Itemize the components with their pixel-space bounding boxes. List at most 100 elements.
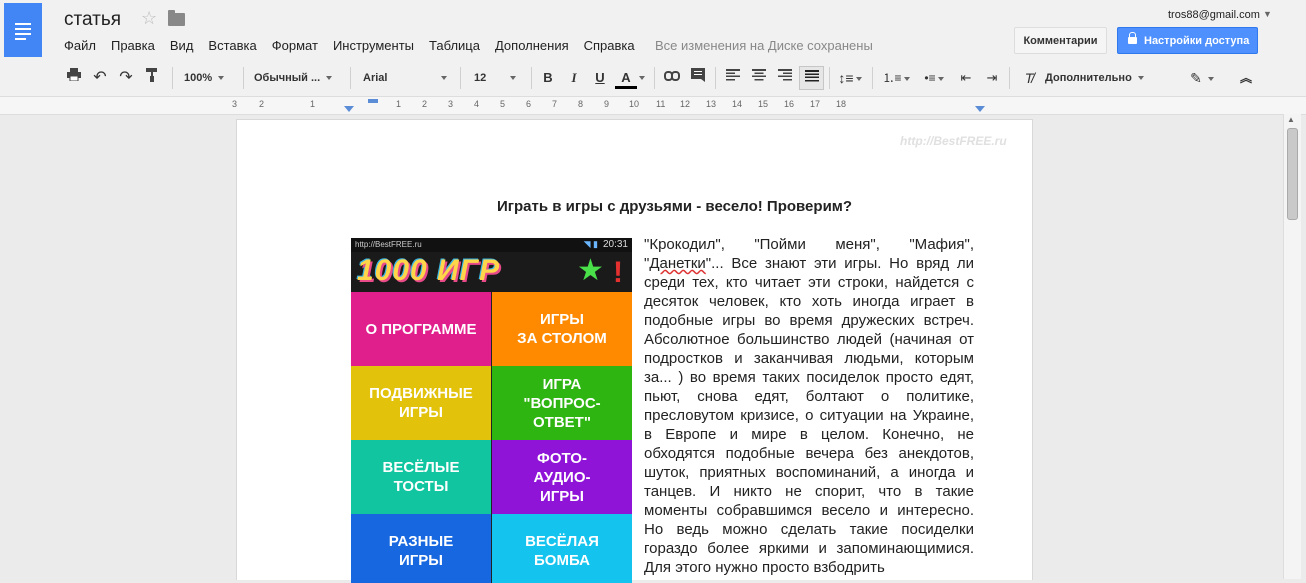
link-icon[interactable] (662, 68, 682, 88)
ruler-label: 12 (680, 99, 691, 109)
document-title[interactable]: статья (64, 9, 121, 31)
menu-help[interactable]: Справка (584, 38, 635, 53)
ruler-label: 13 (706, 99, 717, 109)
align-right-icon[interactable] (774, 68, 796, 88)
collapse-menus-icon[interactable]: ︽ (1236, 68, 1256, 88)
menu-insert[interactable]: Вставка (208, 38, 256, 53)
font-value: Arial (363, 72, 388, 84)
clear-formatting-icon[interactable]: T̸ (1018, 68, 1040, 88)
tile-active-games: ПОДВИЖНЫЕ ИГРЫ (351, 366, 491, 440)
toolbar-divider (654, 67, 655, 89)
header-bar: статья ☆ Файл Правка Вид Вставка Формат … (0, 0, 1306, 60)
comment-icon[interactable] (688, 68, 708, 88)
tile-label: ФОТО- АУДИО- ИГРЫ (533, 449, 591, 505)
star-icon[interactable]: ☆ (141, 8, 157, 29)
align-center-icon[interactable] (748, 68, 770, 88)
align-left-icon[interactable] (722, 68, 744, 88)
editing-mode-pencil-icon[interactable]: ✎ (1187, 68, 1217, 88)
signal-icons: ◥ ▮ (583, 239, 598, 249)
bulleted-list-icon[interactable]: •≡ (918, 68, 950, 88)
chevron-down-icon (937, 76, 944, 81)
zoom-select[interactable]: 100% (184, 68, 236, 88)
chevron-down-icon (1207, 77, 1214, 82)
comments-button[interactable]: Комментарии (1014, 27, 1107, 54)
toolbar-divider (243, 67, 244, 89)
toolbar-divider (350, 67, 351, 89)
text-color-button[interactable]: A (614, 68, 638, 89)
tile-fun-bomb: ВЕСЁЛАЯ БОМБА (492, 514, 632, 583)
italic-button[interactable]: I (564, 68, 584, 88)
tile-label: О ПРОГРАММЕ (365, 320, 477, 338)
toolbar-divider (872, 67, 873, 89)
scroll-up-icon[interactable]: ▲ (1287, 115, 1295, 124)
tile-label: ИГРЫ ЗА СТОЛОМ (517, 311, 607, 347)
exclamation-icon: ! (613, 256, 623, 289)
body-paragraph[interactable]: "Крокодил", "Пойми меня", "Мафия", "Дане… (644, 235, 974, 577)
tile-label: РАЗНЫЕ ИГРЫ (388, 533, 454, 569)
decrease-indent-icon[interactable]: ⇤ (955, 68, 977, 88)
paint-format-icon[interactable] (142, 68, 162, 88)
document-page[interactable]: http://BestFREE.ru Играть в игры с друзь… (236, 119, 1033, 583)
ruler-label: 9 (604, 99, 610, 109)
folder-icon[interactable] (168, 10, 185, 26)
style-select[interactable]: Обычный ... (254, 68, 340, 88)
numbered-list-icon[interactable]: ⒈≡ (880, 68, 912, 88)
align-justify-icon[interactable] (799, 66, 824, 90)
ruler[interactable]: 3 2 1 1 2 3 4 5 6 7 8 9 10 11 12 13 14 1… (0, 97, 1306, 115)
right-indent-marker[interactable] (975, 106, 985, 112)
style-value: Обычный ... (254, 72, 321, 84)
tile-toasts: ВЕСЁЛЫЕ ТОСТЫ (351, 440, 491, 514)
line-spacing-icon[interactable]: ↕≡ (835, 68, 865, 88)
menu-format[interactable]: Формат (272, 38, 318, 53)
menu-table[interactable]: Таблица (429, 38, 480, 53)
ruler-label: 15 (758, 99, 769, 109)
menu-edit[interactable]: Правка (111, 38, 155, 53)
more-button[interactable]: Дополнительно (1045, 68, 1155, 88)
toolbar-divider (531, 67, 532, 89)
app-screenshot-image[interactable]: http://BestFREE.ru ◥ ▮ 20:31 1000 ИГР ★ … (351, 238, 632, 583)
phone-status-bar: http://BestFREE.ru ◥ ▮ 20:31 (351, 238, 632, 252)
share-button-label: Настройки доступа (1144, 35, 1250, 47)
scrollbar-thumb[interactable] (1287, 128, 1298, 220)
ruler-label: 10 (629, 99, 640, 109)
font-size-select[interactable]: 12 (474, 68, 524, 88)
ruler-label: 16 (784, 99, 795, 109)
spellcheck-word[interactable]: Данетки (649, 255, 705, 272)
underline-button[interactable]: U (590, 68, 610, 88)
share-button[interactable]: Настройки доступа (1117, 27, 1258, 54)
toolbar: ↶ ↷ 100% Обычный ... Arial 12 B I U A ↕≡… (0, 60, 1306, 97)
docs-home-icon[interactable] (4, 3, 42, 57)
save-status: Все изменения на Диске сохранены (655, 38, 873, 53)
vertical-scrollbar[interactable]: ▲ (1283, 114, 1301, 579)
ruler-label: 11 (656, 99, 666, 109)
first-line-indent-marker[interactable] (368, 99, 378, 103)
ruler-label: 14 (732, 99, 743, 109)
account-caret-icon[interactable]: ▼ (1263, 9, 1272, 19)
menu-addons[interactable]: Дополнения (495, 38, 569, 53)
toolbar-divider (715, 67, 716, 89)
ruler-label: 1 (396, 99, 402, 109)
chevron-down-icon (510, 76, 516, 81)
body-text: "... Все знают эти игры. Но вряд ли сред… (644, 255, 974, 576)
print-icon[interactable] (64, 68, 84, 88)
increase-indent-icon[interactable]: ⇥ (981, 68, 1003, 88)
menu-view[interactable]: Вид (170, 38, 194, 53)
document-heading[interactable]: Играть в игры с друзьями - весело! Прове… (237, 198, 1032, 215)
toolbar-divider (1009, 67, 1010, 89)
left-indent-marker[interactable] (344, 106, 354, 112)
text-color-dropdown[interactable] (638, 68, 646, 88)
menu-file[interactable]: Файл (64, 38, 96, 53)
chevron-down-icon (326, 76, 333, 81)
document-body[interactable]: "Крокодил", "Пойми меня", "Мафия", "Дане… (644, 235, 974, 577)
ruler-label: 5 (500, 99, 506, 109)
toolbar-divider (172, 67, 173, 89)
bold-button[interactable]: B (538, 68, 558, 88)
font-select[interactable]: Arial (363, 68, 449, 88)
redo-icon[interactable]: ↷ (116, 68, 136, 88)
tile-label: ВЕСЁЛЫЕ ТОСТЫ (382, 459, 460, 495)
undo-icon[interactable]: ↶ (90, 68, 110, 88)
menu-tools[interactable]: Инструменты (333, 38, 414, 53)
app-logo-text: 1000 ИГР (357, 254, 501, 287)
user-email[interactable]: tros88@gmail.com (1168, 9, 1260, 21)
menu-bar: Файл Правка Вид Вставка Формат Инструмен… (64, 38, 650, 53)
